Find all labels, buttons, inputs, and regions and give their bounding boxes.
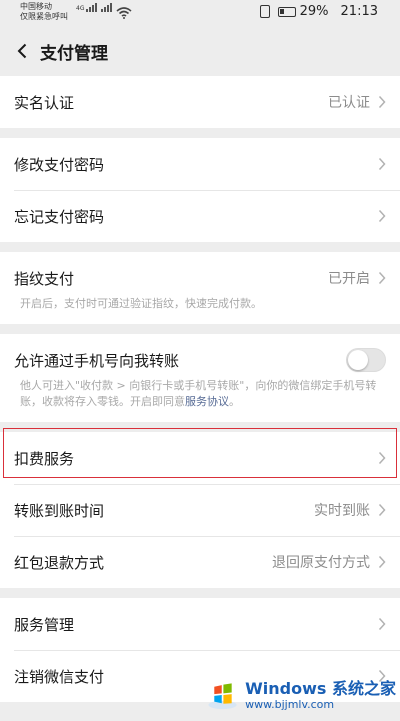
refund-method-row[interactable]: 红包退款方式 退回原支付方式 [0, 536, 400, 588]
battery-icon [277, 6, 296, 17]
chevron-right-icon [378, 617, 386, 631]
realname-value: 已认证 [328, 95, 370, 111]
chevron-right-icon [378, 555, 386, 569]
realname-row[interactable]: 实名认证 已认证 [0, 76, 400, 128]
refund-method-value: 退回原支付方式 [272, 555, 370, 571]
group-realname: 实名认证 已认证 [0, 76, 400, 128]
fingerprint-row[interactable]: 指纹支付 已开启 [0, 252, 400, 304]
phone-transfer-desc-end: 。 [229, 395, 240, 408]
watermark-brand-cn: 系统之家 [331, 678, 396, 698]
group-phone-transfer: 允许通过手机号向我转账 他人可进入"收付款 > 向银行卡或手机号转账"，向你的微… [0, 334, 400, 422]
battery-percent: 29% [299, 4, 329, 19]
service-agreement-link[interactable]: 服务协议 [185, 395, 229, 408]
phone-transfer-label: 允许通过手机号向我转账 [14, 351, 180, 370]
watermark-brand: Windows [245, 678, 327, 698]
fingerprint-label: 指纹支付 [14, 269, 75, 288]
group-transfer-settings: 扣费服务 转账到账时间 实时到账 红包退款方式 退回原支付方式 [0, 432, 400, 588]
chevron-right-icon [378, 451, 386, 465]
chevron-right-icon [378, 271, 386, 285]
signal-icon: 4G [76, 3, 113, 12]
chevron-right-icon [378, 157, 386, 171]
carrier-info: 中国移动 仅限紧急呼叫 [20, 2, 68, 22]
chevron-right-icon [378, 209, 386, 223]
back-arrow-icon [17, 43, 27, 59]
phone-transfer-toggle[interactable] [346, 348, 386, 372]
carrier-name: 中国移动 [20, 2, 52, 11]
refund-method-label: 红包退款方式 [14, 553, 105, 572]
windows-logo-icon [208, 683, 237, 710]
service-management-label: 服务管理 [14, 615, 75, 634]
deduction-service-row[interactable]: 扣费服务 [0, 432, 400, 484]
network-type: 4G [76, 5, 85, 12]
service-management-row[interactable]: 服务管理 [0, 598, 400, 650]
status-right: 29% 21:13 [259, 4, 378, 19]
fingerprint-value: 已开启 [328, 271, 370, 287]
arrival-time-label: 转账到账时间 [14, 501, 105, 520]
carrier-status: 仅限紧急呼叫 [20, 12, 68, 21]
realname-label: 实名认证 [14, 93, 75, 112]
forgot-password-row[interactable]: 忘记支付密码 [0, 190, 400, 242]
chevron-right-icon [378, 95, 386, 109]
group-password: 修改支付密码 忘记支付密码 [0, 138, 400, 242]
page-title: 支付管理 [40, 43, 108, 64]
watermark: Windows 系统之家 www.bjjmlv.com [206, 672, 396, 718]
watermark-url: www.bjjmlv.com [245, 697, 335, 711]
clock: 21:13 [340, 4, 378, 19]
vibrate-icon [259, 5, 270, 18]
back-button[interactable] [12, 41, 32, 61]
phone-transfer-row: 允许通过手机号向我转账 [0, 334, 400, 386]
forgot-password-label: 忘记支付密码 [14, 207, 105, 226]
chevron-right-icon [378, 503, 386, 517]
change-password-row[interactable]: 修改支付密码 [0, 138, 400, 190]
arrival-time-value: 实时到账 [314, 503, 370, 519]
nav-bar: 支付管理 [0, 26, 400, 76]
group-fingerprint: 指纹支付 已开启 开启后，支付时可通过验证指纹，快速完成付款。 [0, 252, 400, 324]
deduction-service-label: 扣费服务 [14, 449, 75, 468]
arrival-time-row[interactable]: 转账到账时间 实时到账 [0, 484, 400, 536]
change-password-label: 修改支付密码 [14, 155, 105, 174]
wifi-icon [116, 4, 132, 23]
status-bar: 中国移动 仅限紧急呼叫 4G 29% 21:13 [0, 0, 400, 26]
